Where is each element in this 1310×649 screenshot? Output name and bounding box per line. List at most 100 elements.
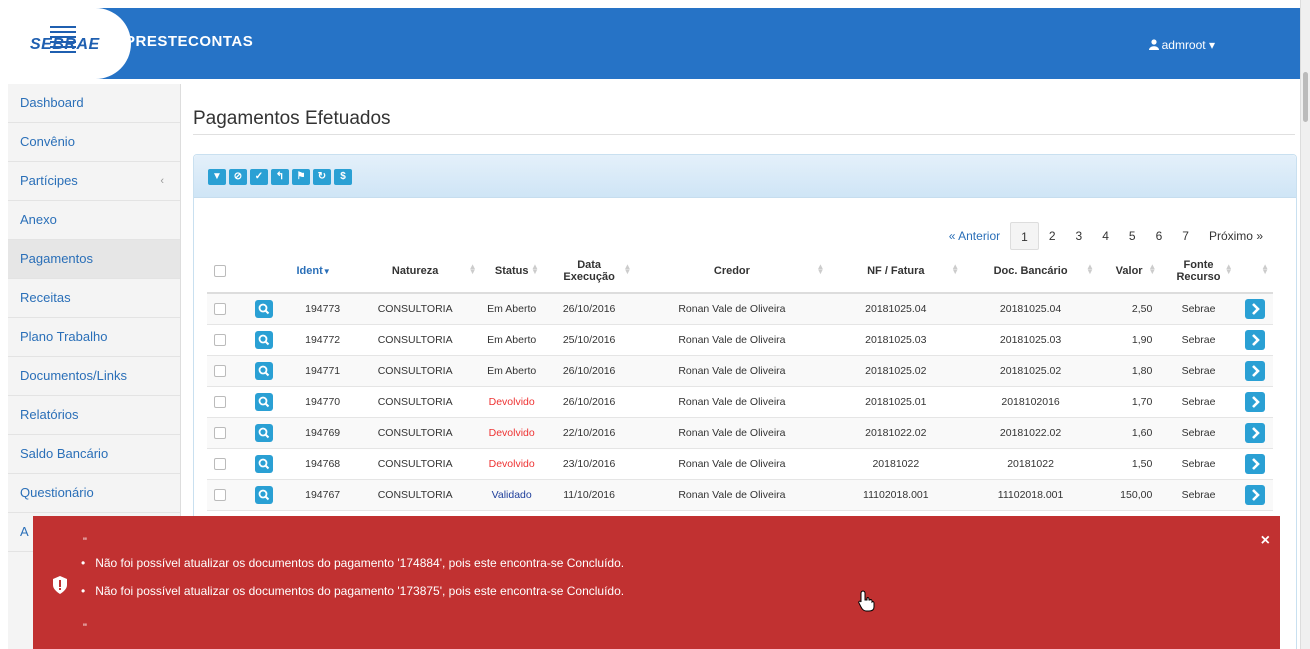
row-ident: 194773 [295, 292, 350, 325]
sidebar-item-relatorios[interactable]: Relatórios [8, 396, 180, 435]
natureza-value: CONSULTORIA [377, 427, 453, 439]
row-fonte: Sebrae [1160, 355, 1237, 387]
sidebar-item-convenio[interactable]: Convênio [8, 123, 180, 162]
close-icon[interactable]: × [1261, 532, 1270, 550]
pagination-page-6[interactable]: 6 [1146, 222, 1173, 250]
column-natureza[interactable]: Natureza ▲ ▼ [349, 250, 481, 294]
column-data-execucao[interactable]: Data Execução ▲ ▼ [542, 250, 636, 294]
chevron-right-icon[interactable] [1244, 392, 1265, 412]
search-icon[interactable] [255, 393, 274, 411]
row-status: Validado [480, 479, 543, 511]
search-icon[interactable] [255, 362, 274, 380]
row-data: 23/10/2016 [542, 448, 636, 480]
row-checkbox[interactable] [214, 489, 227, 502]
row-select-cell [207, 479, 234, 511]
sidebar-item-receitas[interactable]: Receitas [8, 279, 180, 318]
sidebar-item-questionario[interactable]: Questionário [8, 474, 180, 513]
chevron-right-icon[interactable] [1244, 485, 1265, 505]
column-fonte-recurso[interactable]: Fonte Recurso ▲ ▼ [1160, 250, 1237, 294]
table-row[interactable]: 194769 CONSULTORIA Devolvido 22/10/2016 Rona… [207, 417, 1273, 449]
sidebar-item-dashboard[interactable]: Dashboard [8, 84, 180, 123]
sidebar-item-documentos-links[interactable]: Documentos/Links [8, 357, 180, 396]
row-checkbox[interactable] [214, 458, 227, 471]
column-ident[interactable]: Ident▼ [295, 250, 350, 294]
table-row[interactable]: 194771 CONSULTORIA Em Aberto 26/10/2016 Rona… [207, 355, 1273, 387]
pagination-page-2[interactable]: 2 [1039, 222, 1066, 250]
select-all-checkbox[interactable] [214, 265, 227, 278]
search-icon[interactable] [255, 424, 274, 442]
pagination-page-4[interactable]: 4 [1092, 222, 1119, 250]
sort-icon: ▲ ▼ [530, 262, 539, 276]
nf-value: 20181025.03 [865, 334, 927, 346]
chevron-right-icon[interactable] [1244, 330, 1265, 350]
search-icon[interactable] [255, 486, 274, 504]
row-status: Em Aberto [480, 324, 543, 356]
sidebar-item-saldo-bancario[interactable]: Saldo Bancário [8, 435, 180, 474]
chevron-right-icon[interactable] [1244, 299, 1265, 319]
column-valor[interactable]: Valor ▲ ▼ [1097, 250, 1161, 294]
column-credor[interactable]: Credor ▲ ▼ [635, 250, 829, 294]
pagination-page-1[interactable]: 1 [1010, 222, 1039, 250]
chevron-right-icon[interactable] [1244, 361, 1265, 381]
column-nf-fatura[interactable]: NF / Fatura ▲ ▼ [828, 250, 964, 294]
column-label: Execução [563, 271, 615, 283]
pagination-page-3[interactable]: 3 [1066, 222, 1093, 250]
sidebar-item-participes[interactable]: Partícipes ‹ [8, 162, 180, 201]
logo-text: SEBRAE [30, 36, 100, 53]
row-doc: 20181025.03 [963, 324, 1098, 356]
app-title[interactable]: PRESTECONTAS [125, 33, 253, 50]
scroll-thumb[interactable] [1303, 72, 1308, 122]
status-badge: Devolvido [488, 396, 535, 408]
row-checkbox[interactable] [214, 303, 227, 316]
column-label: Doc. Bancário [993, 265, 1068, 277]
credor-value: Ronan Vale de Oliveira [678, 489, 786, 501]
dollar-icon[interactable]: $ [334, 169, 352, 185]
pagination-page-5[interactable]: 5 [1119, 222, 1146, 250]
row-checkbox[interactable] [214, 365, 227, 378]
row-checkbox[interactable] [214, 427, 227, 440]
flag-icon[interactable]: ⚑ [292, 169, 310, 185]
sidebar-item-anexo[interactable]: Anexo [8, 201, 180, 240]
pagination-page-7[interactable]: 7 [1172, 222, 1199, 250]
credor-value: Ronan Vale de Oliveira [678, 458, 786, 470]
pagination-prev[interactable]: « Anterior [939, 222, 1010, 250]
refresh-icon[interactable]: ↻ [313, 169, 331, 185]
row-credor: Ronan Vale de Oliveira [635, 417, 829, 449]
row-checkbox[interactable] [214, 396, 227, 409]
sort-icon: ▲ ▼ [623, 262, 632, 276]
table-row[interactable]: 194770 CONSULTORIA Devolvido 26/10/2016 Rona… [207, 386, 1273, 418]
row-checkbox[interactable] [214, 334, 227, 347]
search-icon[interactable] [255, 300, 274, 318]
table-row[interactable]: 194768 CONSULTORIA Devolvido 23/10/2016 Rona… [207, 448, 1273, 480]
doc-value: 2018102016 [1001, 396, 1060, 408]
sort-icon: ▲ ▼ [951, 262, 960, 276]
row-status: Devolvido [480, 417, 543, 449]
data-value: 26/10/2016 [562, 365, 616, 377]
user-menu[interactable]: admroot ▾ [1148, 38, 1215, 52]
search-icon[interactable] [255, 331, 274, 349]
column-label: Status [494, 265, 529, 277]
table-row[interactable]: 194772 CONSULTORIA Em Aberto 25/10/2016 Rona… [207, 324, 1273, 356]
search-icon[interactable] [255, 455, 274, 473]
column-doc-bancario[interactable]: Doc. Bancário ▲ ▼ [963, 250, 1098, 294]
pagination-next[interactable]: Próximo » [1199, 222, 1273, 250]
chevron-right-icon[interactable] [1244, 423, 1265, 443]
row-natureza: CONSULTORIA [349, 324, 481, 356]
reply-icon[interactable]: ↰ [271, 169, 289, 185]
column-actions[interactable]: ▲ ▼ [1236, 250, 1273, 294]
eye-off-icon[interactable]: ⊘ [229, 169, 247, 185]
alert-message-list: Não foi possível atualizar os documentos… [81, 556, 624, 612]
brand-logo[interactable]: SEBRAE [8, 8, 131, 79]
page-scrollbar[interactable] [1300, 0, 1310, 649]
valor-value: 1,50 [1131, 458, 1153, 470]
valor-value: 1,90 [1131, 334, 1153, 346]
sidebar-item-plano-trabalho[interactable]: Plano Trabalho [8, 318, 180, 357]
check-icon[interactable]: ✓ [250, 169, 268, 185]
table-row[interactable]: 194767 CONSULTORIA Validado 11/10/2016 Ronan… [207, 479, 1273, 511]
column-status[interactable]: Status ▲ ▼ [480, 250, 543, 294]
table-row[interactable]: 194773 CONSULTORIA Em Aberto 26/10/2016 Rona… [207, 292, 1273, 325]
filter-icon[interactable]: ▼ [208, 169, 226, 185]
chevron-right-icon[interactable] [1244, 454, 1265, 474]
alert-quote-open: " [83, 536, 87, 548]
sidebar-item-pagamentos[interactable]: Pagamentos [8, 240, 180, 279]
